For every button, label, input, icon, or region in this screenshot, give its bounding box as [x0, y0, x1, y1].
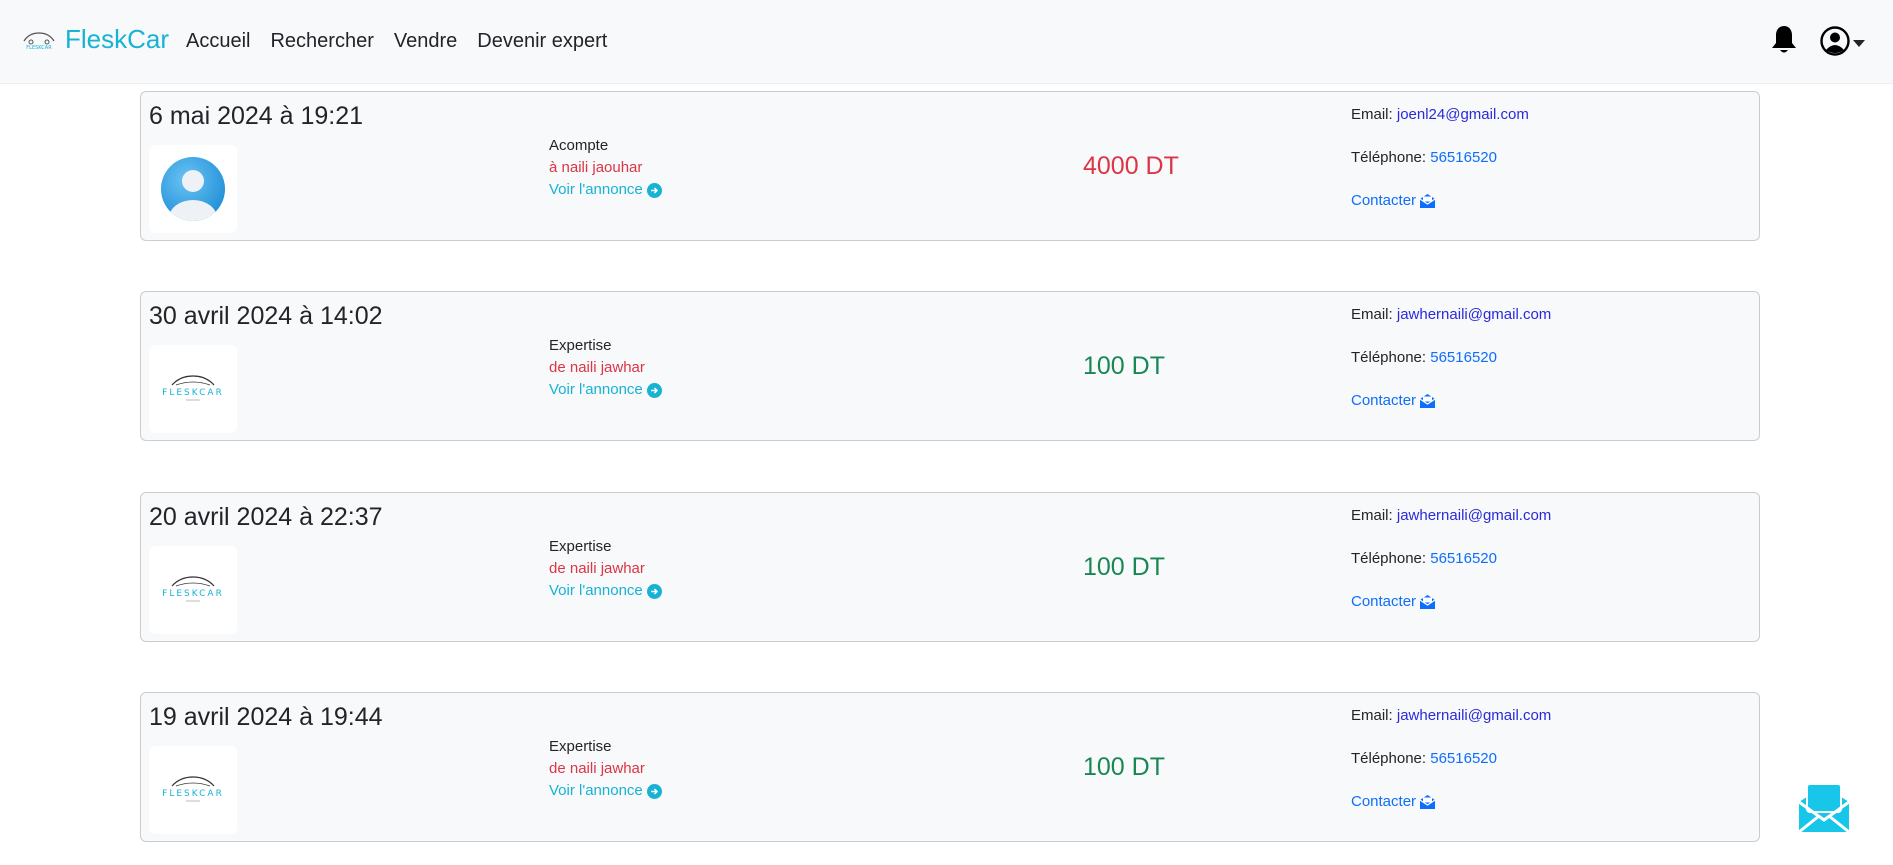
- nav-vendre[interactable]: Vendre: [394, 30, 457, 53]
- arrow-right-circle-icon[interactable]: [646, 583, 662, 599]
- fleskcar-logo-icon: FLESKCAR: [162, 576, 224, 602]
- transaction-type: Expertise: [549, 337, 612, 354]
- email-link[interactable]: jawhernaili@gmail.com: [1397, 707, 1551, 724]
- transaction-thumbnail: FLESKCAR: [149, 546, 237, 634]
- email-label: Email:: [1351, 507, 1393, 524]
- fleskcar-logo-text: FLESKCAR: [162, 388, 224, 398]
- telephone-label: Téléphone:: [1351, 550, 1427, 567]
- email-link[interactable]: joenl24@gmail.com: [1397, 106, 1529, 123]
- contacter-label[interactable]: Contacter: [1351, 591, 1416, 613]
- transaction-details: Acompte à naili jaouhar Voir l'annonce: [549, 135, 662, 201]
- chevron-down-icon[interactable]: [1853, 39, 1865, 47]
- fleskcar-logo-text: FLESKCAR: [162, 789, 224, 799]
- voir-annonce-link[interactable]: Voir l'annonce: [549, 179, 662, 201]
- transaction-type: Expertise: [549, 738, 612, 755]
- transaction-party: de naili jawhar: [549, 760, 645, 777]
- phone-link[interactable]: 56516520: [1430, 349, 1497, 366]
- contacter-label[interactable]: Contacter: [1351, 791, 1416, 813]
- transaction-party: de naili jawhar: [549, 560, 645, 577]
- telephone-label: Téléphone:: [1351, 750, 1427, 767]
- arrow-right-circle-icon[interactable]: [646, 382, 662, 398]
- telephone-label: Téléphone:: [1351, 149, 1427, 166]
- envelope-icon[interactable]: [1420, 795, 1436, 809]
- transaction-thumbnail: FLESKCAR: [149, 345, 237, 433]
- transaction-card: 20 avril 2024 à 22:37 FLESKCAR Expertise…: [140, 492, 1760, 642]
- transaction-amount: 4000 DT: [1083, 152, 1179, 180]
- transaction-card: 30 avril 2024 à 14:02 FLESKCAR Expertise…: [140, 291, 1760, 441]
- phone-link[interactable]: 56516520: [1430, 750, 1497, 767]
- nav-devenir-expert[interactable]: Devenir expert: [477, 30, 607, 53]
- brand-logo-text: FLESKCAR: [26, 45, 52, 50]
- contacter-label[interactable]: Contacter: [1351, 190, 1416, 212]
- envelope-icon[interactable]: [1420, 194, 1436, 208]
- transaction-details: Expertise de naili jawhar Voir l'annonce: [549, 536, 662, 602]
- voir-annonce-label[interactable]: Voir l'annonce: [549, 580, 643, 602]
- contacter-label[interactable]: Contacter: [1351, 390, 1416, 412]
- nav-links: Accueil Rechercher Vendre Devenir expert: [186, 30, 607, 53]
- transaction-party: à naili jaouhar: [549, 159, 643, 176]
- email-label: Email:: [1351, 707, 1393, 724]
- transaction-date: 20 avril 2024 à 22:37: [149, 503, 383, 531]
- phone-link[interactable]: 56516520: [1430, 149, 1497, 166]
- transaction-details: Expertise de naili jawhar Voir l'annonce: [549, 736, 662, 802]
- transaction-type: Expertise: [549, 538, 612, 555]
- fleskcar-logo-text: FLESKCAR: [162, 589, 224, 599]
- transaction-card: 6 mai 2024 à 19:21 Acompte à naili jaouh…: [140, 91, 1760, 241]
- phone-link[interactable]: 56516520: [1430, 550, 1497, 567]
- transaction-card: 19 avril 2024 à 19:44 FLESKCAR Expertise…: [140, 692, 1760, 842]
- nav-rechercher[interactable]: Rechercher: [270, 30, 373, 53]
- envelope-icon[interactable]: [1420, 394, 1436, 408]
- voir-annonce-link[interactable]: Voir l'annonce: [549, 780, 662, 802]
- email-label: Email:: [1351, 306, 1393, 323]
- voir-annonce-label[interactable]: Voir l'annonce: [549, 179, 643, 201]
- email-label: Email:: [1351, 106, 1393, 123]
- top-navbar: FLESKCAR FleskCar Accueil Rechercher Ven…: [0, 0, 1893, 84]
- user-circle-icon[interactable]: [1820, 26, 1850, 56]
- transaction-type: Acompte: [549, 137, 609, 154]
- fleskcar-logo-icon: FLESKCAR: [162, 375, 224, 401]
- voir-annonce-link[interactable]: Voir l'annonce: [549, 580, 662, 602]
- user-avatar-icon: [161, 157, 225, 221]
- voir-annonce-label[interactable]: Voir l'annonce: [549, 780, 643, 802]
- transaction-thumbnail: FLESKCAR: [149, 746, 237, 834]
- user-menu[interactable]: [1820, 26, 1865, 56]
- voir-annonce-link[interactable]: Voir l'annonce: [549, 379, 662, 401]
- bell-icon[interactable]: [1770, 24, 1798, 56]
- email-link[interactable]: jawhernaili@gmail.com: [1397, 306, 1551, 323]
- envelope-icon[interactable]: [1420, 595, 1436, 609]
- transaction-date: 30 avril 2024 à 14:02: [149, 302, 383, 330]
- transaction-details: Expertise de naili jawhar Voir l'annonce: [549, 335, 662, 401]
- arrow-right-circle-icon[interactable]: [646, 182, 662, 198]
- car-logo-icon: FLESKCAR: [23, 31, 55, 50]
- contacter-button[interactable]: Contacter: [1351, 190, 1436, 212]
- contact-info: Email: jawhernaili@gmail.com Téléphone: …: [1351, 505, 1551, 634]
- voir-annonce-label[interactable]: Voir l'annonce: [549, 379, 643, 401]
- transaction-amount: 100 DT: [1083, 352, 1165, 380]
- telephone-label: Téléphone:: [1351, 349, 1427, 366]
- email-link[interactable]: jawhernaili@gmail.com: [1397, 507, 1551, 524]
- envelope-open-icon[interactable]: [1797, 782, 1851, 834]
- transaction-amount: 100 DT: [1083, 553, 1165, 581]
- contact-info: Email: joenl24@gmail.com Téléphone: 5651…: [1351, 104, 1529, 233]
- transaction-party: de naili jawhar: [549, 359, 645, 376]
- transaction-date: 6 mai 2024 à 19:21: [149, 102, 364, 130]
- arrow-right-circle-icon[interactable]: [646, 783, 662, 799]
- transaction-thumbnail: [149, 145, 237, 233]
- transaction-date: 19 avril 2024 à 19:44: [149, 703, 383, 731]
- nav-accueil[interactable]: Accueil: [186, 30, 250, 53]
- fleskcar-logo-icon: FLESKCAR: [162, 776, 224, 802]
- transaction-amount: 100 DT: [1083, 753, 1165, 781]
- brand-name[interactable]: FleskCar: [65, 24, 169, 55]
- contact-info: Email: jawhernaili@gmail.com Téléphone: …: [1351, 304, 1551, 433]
- contact-info: Email: jawhernaili@gmail.com Téléphone: …: [1351, 705, 1551, 834]
- contacter-button[interactable]: Contacter: [1351, 390, 1436, 412]
- contacter-button[interactable]: Contacter: [1351, 791, 1436, 813]
- brand-link[interactable]: FLESKCAR FleskCar: [20, 24, 169, 55]
- contacter-button[interactable]: Contacter: [1351, 591, 1436, 613]
